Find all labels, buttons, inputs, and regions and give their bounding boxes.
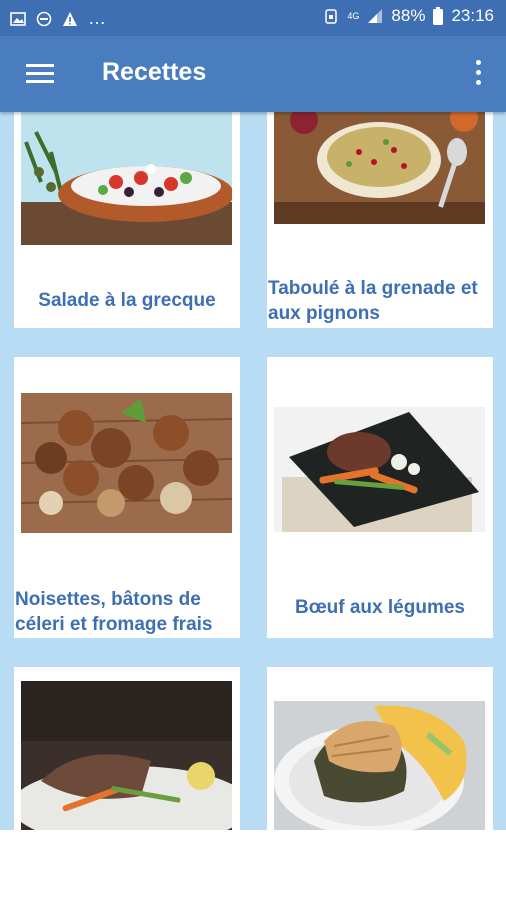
clock: 23:16 [451,6,494,25]
recipe-photo [274,701,485,830]
notification-icons: … [10,8,107,29]
alarm-lock-icon [325,9,338,24]
menu-icon[interactable] [26,64,54,84]
recipe-photo [274,407,485,532]
recipe-photo [21,393,232,533]
signal-icon [368,9,383,23]
recipe-photo [21,681,232,830]
recipe-photo [21,112,232,245]
recipe-title: Noisettes, bâtons de céleri et fromage f… [15,589,213,635]
image-icon [10,11,26,26]
recipe-grid[interactable]: Salade à la grecque Taboulé à la grenade… [0,112,506,830]
recipe-card[interactable]: Salade à la grecque [14,112,240,328]
bottom-area [0,830,506,900]
battery-percent: 88% [391,6,426,25]
app-bar: Recettes [0,36,506,112]
recipe-title: Taboulé à la grenade et aux pignons [268,278,478,324]
more-notifications-icon: … [88,8,107,28]
status-bar: … 4G 88% 23:16 [0,0,506,36]
more-options-icon[interactable] [474,60,482,88]
recipe-title: Bœuf aux légumes [295,597,465,618]
do-not-disturb-icon [36,11,52,26]
recipe-card[interactable] [14,667,240,830]
recipe-title: Salade à la grecque [38,290,216,311]
recipe-card[interactable] [267,667,493,830]
recipe-card[interactable]: Noisettes, bâtons de céleri et fromage f… [14,357,240,638]
network-type: 4G [347,11,360,21]
recipe-card[interactable]: Taboulé à la grenade et aux pignons [267,112,493,328]
recipe-card[interactable]: Bœuf aux légumes [267,357,493,638]
page-title: Recettes [102,58,207,86]
warning-icon [63,11,77,26]
recipe-photo [274,112,485,224]
battery-icon [433,7,444,25]
